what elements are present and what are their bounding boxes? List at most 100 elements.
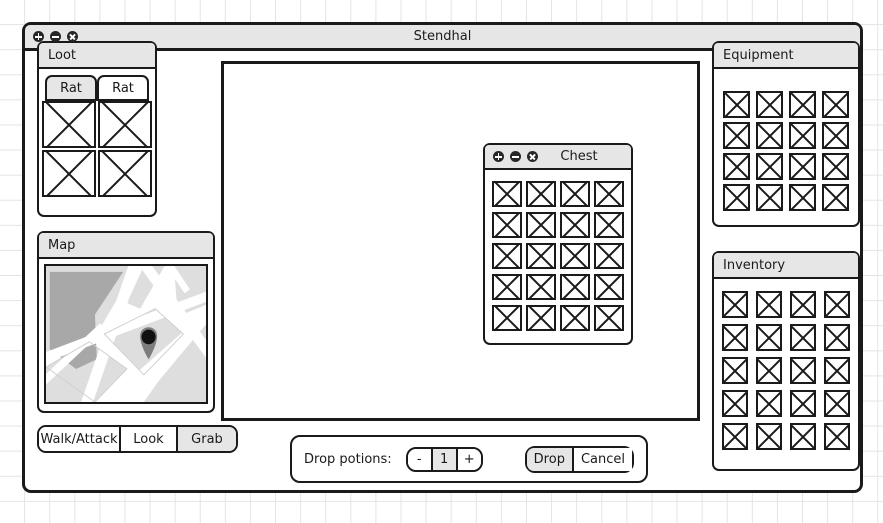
loot-item-slot[interactable] [42,150,96,197]
equipment-slot-grid [714,69,858,211]
equipment-item-slot[interactable] [822,91,849,118]
equipment-item-slot[interactable] [723,91,750,118]
map-panel-title: Map [39,233,213,259]
equipment-item-slot[interactable] [822,122,849,149]
loot-slot-grid [39,99,155,202]
chest-item-slot[interactable] [560,212,590,238]
main-window: Stendhal Loot Rat Rat Map Walk/Attack Lo… [22,22,863,493]
chest-item-slot[interactable] [526,181,556,207]
inventory-item-slot[interactable] [722,423,748,450]
drop-dialog-actions: Drop Cancel [524,445,634,473]
chest-minimize-icon[interactable] [510,151,521,162]
equipment-panel-title: Equipment [714,43,858,69]
chest-item-slot[interactable] [560,243,590,269]
inventory-item-slot[interactable] [756,291,782,318]
equipment-item-slot[interactable] [822,184,849,211]
equipment-item-slot[interactable] [789,91,816,118]
chest-maximize-icon[interactable] [493,151,504,162]
drop-confirm-button[interactable]: Drop [526,447,574,471]
chest-slot-grid [485,170,631,331]
loot-tabs: Rat Rat [39,69,155,101]
chest-item-slot[interactable] [594,212,624,238]
chest-item-slot[interactable] [492,243,522,269]
equipment-item-slot[interactable] [789,122,816,149]
inventory-item-slot[interactable] [790,291,816,318]
chest-item-slot[interactable] [526,274,556,300]
chest-item-slot[interactable] [492,274,522,300]
map-canvas[interactable] [44,264,208,404]
chest-close-icon[interactable] [527,151,538,162]
stepper-increment-button[interactable]: + [457,448,481,470]
close-icon[interactable] [67,31,78,42]
action-look-button[interactable]: Look [121,427,178,451]
equipment-item-slot[interactable] [789,153,816,180]
inventory-item-slot[interactable] [722,390,748,417]
inventory-item-slot[interactable] [824,390,850,417]
inventory-item-slot[interactable] [824,423,850,450]
loot-panel-title: Loot [39,43,155,69]
chest-item-slot[interactable] [526,305,556,331]
loot-tab-rat-1[interactable]: Rat [45,75,97,101]
equipment-item-slot[interactable] [723,122,750,149]
loot-item-slot[interactable] [98,150,152,197]
equipment-item-slot[interactable] [756,153,783,180]
chest-item-slot[interactable] [560,274,590,300]
inventory-item-slot[interactable] [756,423,782,450]
equipment-item-slot[interactable] [756,91,783,118]
chest-item-slot[interactable] [526,212,556,238]
inventory-item-slot[interactable] [824,324,850,351]
chest-item-slot[interactable] [594,305,624,331]
drop-dialog-label: Drop potions: [304,451,392,467]
equipment-panel: Equipment [712,41,860,227]
action-grab-button[interactable]: Grab [178,427,236,451]
map-graphic [46,266,206,402]
inventory-item-slot[interactable] [824,357,850,384]
inventory-item-slot[interactable] [824,291,850,318]
inventory-panel: Inventory [712,251,860,471]
chest-item-slot[interactable] [560,305,590,331]
chest-item-slot[interactable] [526,243,556,269]
chest-item-slot[interactable] [492,181,522,207]
chest-item-slot[interactable] [492,212,522,238]
equipment-item-slot[interactable] [789,184,816,211]
inventory-item-slot[interactable] [722,357,748,384]
quantity-stepper: - 1 + [405,446,483,472]
action-button-bar: Walk/Attack Look Grab [37,425,238,453]
inventory-item-slot[interactable] [722,324,748,351]
equipment-item-slot[interactable] [822,153,849,180]
inventory-item-slot[interactable] [790,324,816,351]
loot-panel: Loot Rat Rat [37,41,157,217]
inventory-item-slot[interactable] [790,390,816,417]
equipment-item-slot[interactable] [756,122,783,149]
chest-window-controls [485,151,538,162]
equipment-item-slot[interactable] [756,184,783,211]
chest-item-slot[interactable] [594,181,624,207]
inventory-item-slot[interactable] [790,423,816,450]
chest-item-slot[interactable] [560,181,590,207]
inventory-panel-title: Inventory [714,253,858,279]
loot-item-slot[interactable] [98,101,152,148]
maximize-icon[interactable] [33,31,44,42]
loot-item-slot[interactable] [42,101,96,148]
stepper-value[interactable]: 1 [430,448,458,470]
equipment-item-slot[interactable] [723,184,750,211]
inventory-item-slot[interactable] [756,357,782,384]
inventory-item-slot[interactable] [722,291,748,318]
inventory-item-slot[interactable] [790,357,816,384]
map-panel: Map [37,231,215,413]
action-walk-attack-button[interactable]: Walk/Attack [39,427,121,451]
minimize-icon[interactable] [50,31,61,42]
inventory-item-slot[interactable] [756,390,782,417]
chest-item-slot[interactable] [492,305,522,331]
chest-item-slot[interactable] [594,274,624,300]
chest-titlebar[interactable]: Chest [485,145,631,170]
equipment-item-slot[interactable] [723,153,750,180]
chest-window-title: Chest [560,149,598,164]
stepper-decrement-button[interactable]: - [407,448,431,470]
loot-panel-body: Rat Rat [39,69,155,202]
inventory-item-slot[interactable] [756,324,782,351]
loot-tab-rat-2[interactable]: Rat [97,75,149,101]
chest-item-slot[interactable] [594,243,624,269]
drop-cancel-button[interactable]: Cancel [573,447,632,471]
chest-window: Chest [483,143,633,345]
